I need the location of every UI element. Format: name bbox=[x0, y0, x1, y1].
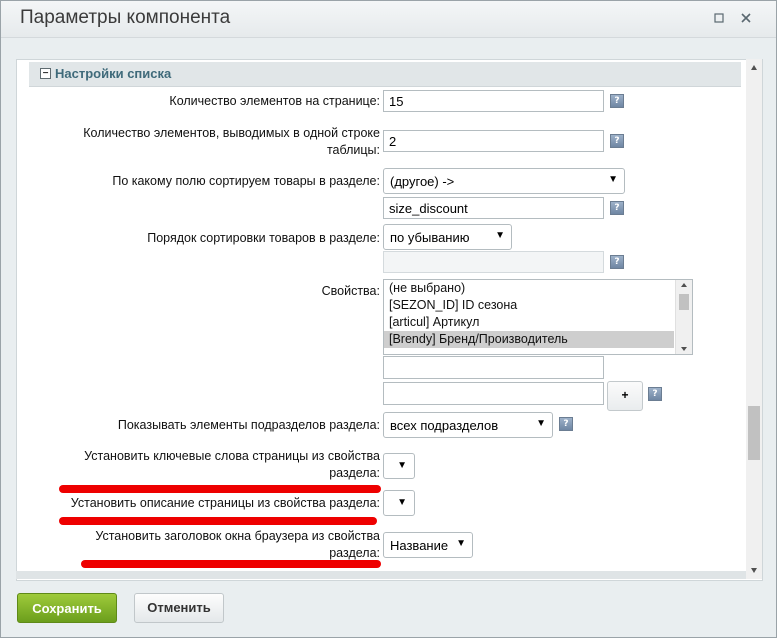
show-subsections-label: Показывать элементы подразделов раздела: bbox=[117, 418, 380, 432]
set-browser-title-label: Установить заголовок окна браузера из св… bbox=[95, 528, 380, 562]
list-option[interactable]: [articul] Артикул bbox=[384, 314, 692, 331]
sort-field-value: (другое) -> bbox=[390, 174, 455, 189]
per-page-input[interactable]: 15 bbox=[383, 90, 604, 112]
set-browser-title-label-line2: раздела: bbox=[329, 546, 380, 560]
per-page-label: Количество элементов на странице: bbox=[169, 94, 380, 108]
sort-field-select[interactable]: (другое) -> ▼ bbox=[383, 168, 625, 194]
maximize-icon[interactable] bbox=[711, 11, 727, 27]
list-option[interactable]: [SEZON_ID] ID сезона bbox=[384, 297, 692, 314]
set-keywords-label: Установить ключевые слова страницы из св… bbox=[84, 448, 380, 482]
section-bottom-strip bbox=[16, 571, 746, 579]
sort-order-value: по убыванию bbox=[390, 230, 470, 245]
sort-field-label: По какому полю сортируем товары в раздел… bbox=[112, 174, 380, 188]
cancel-button[interactable]: Отменить bbox=[134, 593, 224, 623]
section-title: Настройки списка bbox=[55, 66, 172, 81]
listbox-scrollbar[interactable] bbox=[675, 280, 692, 354]
per-row-label-line2: таблицы: bbox=[326, 143, 380, 157]
help-icon[interactable]: ? bbox=[559, 417, 573, 431]
sort-order-label: Порядок сортировки товаров в разделе: bbox=[147, 231, 380, 245]
per-row-label-line1: Количество элементов, выводимых в одной … bbox=[83, 126, 380, 140]
per-row-input[interactable]: 2 bbox=[383, 130, 604, 152]
list-option-selected[interactable]: [Brendy] Бренд/Производитель bbox=[384, 331, 674, 348]
chevron-down-icon: ▼ bbox=[536, 418, 546, 429]
chevron-down-icon: ▼ bbox=[456, 538, 466, 549]
content-scrollbar[interactable] bbox=[746, 59, 762, 579]
set-description-select[interactable]: ▼ bbox=[383, 490, 415, 516]
properties-extra-input-2[interactable] bbox=[383, 382, 604, 405]
sort-order-extra-input[interactable] bbox=[383, 251, 604, 273]
properties-extra-input-1[interactable] bbox=[383, 356, 604, 379]
section-header[interactable]: − Настройки списка bbox=[29, 62, 741, 87]
set-browser-title-value: Название bbox=[390, 538, 449, 553]
collapse-icon[interactable]: − bbox=[40, 68, 51, 79]
chevron-down-icon: ▼ bbox=[397, 497, 407, 508]
component-params-dialog: Параметры компонента − Настройки списка … bbox=[0, 0, 777, 638]
save-button[interactable]: Сохранить bbox=[17, 593, 117, 623]
set-keywords-label-line2: раздела: bbox=[329, 466, 380, 480]
help-icon[interactable]: ? bbox=[610, 255, 624, 269]
help-icon[interactable]: ? bbox=[648, 387, 662, 401]
list-option[interactable]: (не выбрано) bbox=[384, 280, 692, 297]
help-icon[interactable]: ? bbox=[610, 94, 624, 108]
sort-order-select[interactable]: по убыванию ▼ bbox=[383, 224, 512, 250]
help-icon[interactable]: ? bbox=[610, 134, 624, 148]
close-icon[interactable] bbox=[738, 11, 754, 27]
set-browser-title-label-line1: Установить заголовок окна браузера из св… bbox=[95, 529, 380, 543]
chevron-down-icon: ▼ bbox=[495, 230, 505, 241]
scrollbar-thumb[interactable] bbox=[748, 406, 760, 460]
chevron-down-icon: ▼ bbox=[608, 174, 618, 185]
annotation-underline bbox=[59, 517, 377, 525]
set-description-label: Установить описание страницы из свойства… bbox=[70, 496, 380, 510]
per-row-label: Количество элементов, выводимых в одной … bbox=[83, 125, 380, 159]
dialog-title: Параметры компонента bbox=[20, 7, 231, 28]
set-keywords-label-line1: Установить ключевые слова страницы из св… bbox=[84, 449, 380, 463]
properties-label: Свойства: bbox=[321, 284, 380, 298]
set-keywords-select[interactable]: ▼ bbox=[383, 453, 415, 479]
show-subsections-value: всех подразделов bbox=[390, 418, 499, 433]
set-browser-title-select[interactable]: Название ▼ bbox=[383, 532, 473, 558]
dialog-content: − Настройки списка Количество элементов … bbox=[16, 59, 763, 581]
chevron-down-icon: ▼ bbox=[397, 460, 407, 471]
sort-field-custom-input[interactable]: size_discount bbox=[383, 197, 604, 219]
help-icon[interactable]: ? bbox=[610, 201, 624, 215]
properties-listbox[interactable]: (не выбрано) [SEZON_ID] ID сезона [artic… bbox=[383, 279, 693, 355]
annotation-underline bbox=[59, 485, 381, 493]
dialog-titlebar[interactable]: Параметры компонента bbox=[1, 1, 776, 38]
add-property-button[interactable]: + bbox=[607, 381, 643, 411]
annotation-underline bbox=[81, 560, 381, 568]
show-subsections-select[interactable]: всех подразделов ▼ bbox=[383, 412, 553, 438]
